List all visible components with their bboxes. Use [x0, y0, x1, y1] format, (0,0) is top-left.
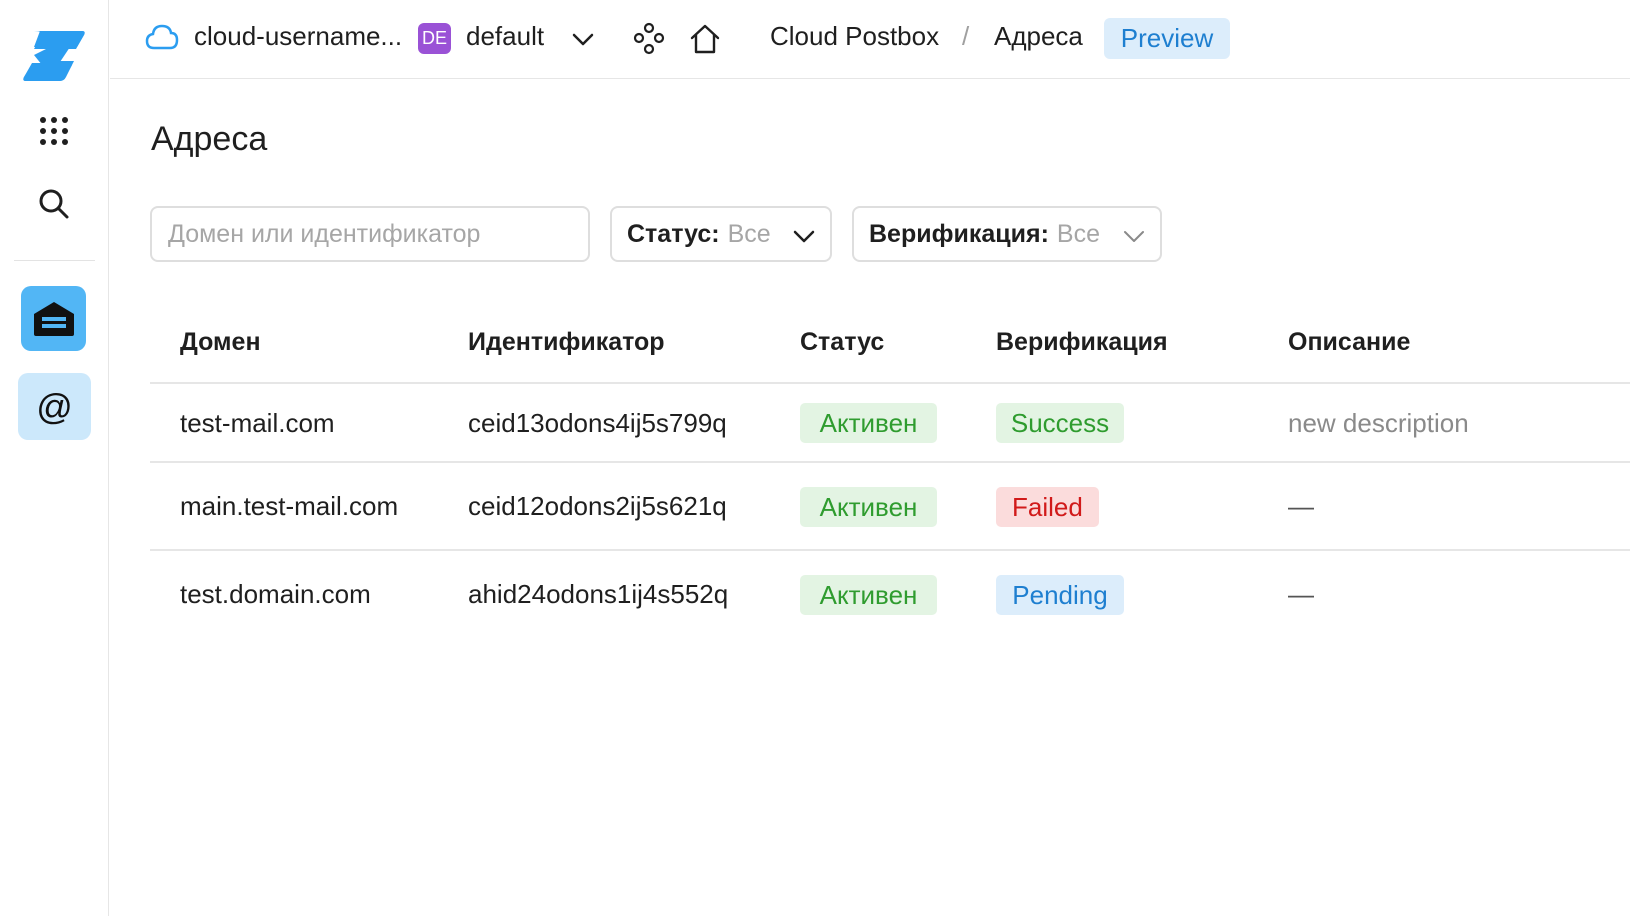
chevron-down-icon[interactable]: [570, 26, 596, 52]
status-cell: Активен: [800, 575, 937, 615]
status-badge: Активен: [800, 403, 937, 443]
table-row[interactable]: main.test-mail.com ceid12odons2ij5s621q …: [150, 463, 1630, 551]
verification-cell: Pending: [996, 575, 1124, 615]
domain-cell[interactable]: test.domain.com: [180, 579, 371, 610]
breadcrumb-service[interactable]: Cloud Postbox: [770, 21, 939, 52]
description-cell: —: [1288, 491, 1314, 521]
table-row[interactable]: test-mail.com ceid13odons4ij5s799q Актив…: [150, 384, 1630, 463]
column-header-verification[interactable]: Верификация: [996, 328, 1168, 357]
verification-badge: Failed: [996, 487, 1099, 527]
verification-badge: Success: [996, 403, 1124, 443]
chevron-down-icon: [1122, 224, 1146, 248]
verification-cell: Failed: [996, 487, 1099, 527]
verification-filter[interactable]: Верификация: Все: [852, 206, 1162, 262]
status-filter-value: Все: [727, 219, 771, 248]
status-filter-label: Статус:: [627, 219, 720, 248]
column-header-id[interactable]: Идентификатор: [468, 328, 665, 357]
verification-cell: Success: [996, 403, 1124, 443]
breadcrumb-page[interactable]: Адреса: [994, 21, 1083, 52]
verification-filter-label: Верификация:: [869, 219, 1049, 248]
folder-badge: DE: [418, 23, 451, 54]
description-cell: new description: [1288, 408, 1469, 438]
folder-name[interactable]: default: [466, 21, 544, 52]
services-icon[interactable]: [632, 22, 666, 56]
status-badge: Активен: [800, 487, 937, 527]
id-cell: ahid24odons1ij4s552q: [468, 579, 729, 609]
chevron-down-icon: [792, 224, 816, 248]
preview-badge: Preview: [1104, 18, 1230, 59]
status-filter[interactable]: Статус: Все: [610, 206, 832, 262]
table-header: Домен Идентификатор Статус Верификация О…: [150, 300, 1630, 384]
status-cell: Активен: [800, 403, 937, 443]
sidebar-divider: [14, 260, 95, 261]
sidebar: @: [0, 0, 109, 916]
domain-cell[interactable]: test-mail.com: [180, 408, 335, 439]
home-icon[interactable]: [688, 22, 722, 56]
status-badge: Активен: [800, 575, 937, 615]
cloud-icon: [144, 22, 180, 52]
verification-filter-value: Все: [1056, 219, 1101, 248]
address-at-icon[interactable]: @: [18, 373, 91, 440]
addresses-table: Домен Идентификатор Статус Верификация О…: [150, 300, 1630, 639]
search-input[interactable]: [150, 206, 590, 262]
page-title: Адреса: [151, 120, 268, 158]
column-header-description[interactable]: Описание: [1288, 328, 1410, 357]
table-row[interactable]: test.domain.com ahid24odons1ij4s552q Акт…: [150, 551, 1630, 639]
top-header: cloud-username... DE default Cloud Postb…: [110, 0, 1630, 79]
column-header-domain[interactable]: Домен: [180, 328, 261, 357]
verification-badge: Pending: [996, 575, 1124, 615]
status-cell: Активен: [800, 487, 937, 527]
id-cell: ceid12odons2ij5s621q: [468, 491, 727, 521]
at-glyph: @: [36, 385, 73, 427]
breadcrumb-separator: /: [962, 21, 970, 51]
cloud-name[interactable]: cloud-username...: [194, 21, 402, 52]
domain-cell[interactable]: main.test-mail.com: [180, 491, 398, 522]
column-header-status[interactable]: Статус: [800, 328, 884, 357]
logo-icon[interactable]: [20, 27, 88, 83]
id-cell: ceid13odons4ij5s799q: [468, 408, 727, 438]
description-cell: —: [1288, 579, 1314, 609]
postbox-service-icon[interactable]: [21, 286, 86, 351]
apps-grid-icon[interactable]: [36, 113, 72, 149]
search-icon[interactable]: [36, 186, 72, 222]
